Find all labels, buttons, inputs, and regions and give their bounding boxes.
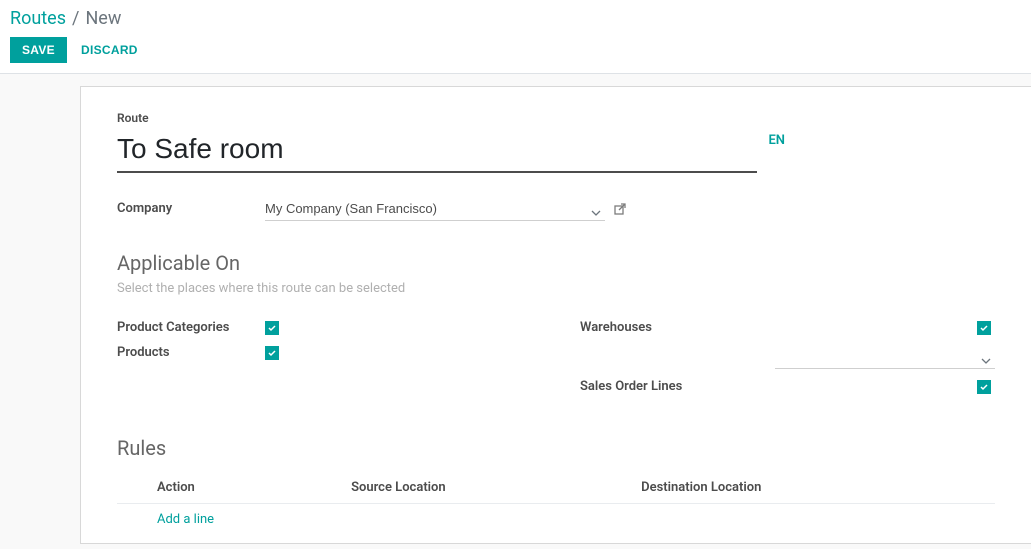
products-label: Products <box>117 345 265 360</box>
company-select[interactable] <box>265 197 605 221</box>
applicable-columns: Product Categories Products Warehouses <box>117 320 995 404</box>
product-categories-label: Product Categories <box>117 320 265 335</box>
rules-col-source: Source Location <box>345 472 635 504</box>
warehouse-select[interactable] <box>775 345 995 369</box>
rules-add-row: Add a line <box>117 504 995 536</box>
company-label: Company <box>117 197 265 216</box>
warehouses-row: Warehouses <box>580 320 995 335</box>
sheet-wrap: Route EN Company <box>0 86 1031 544</box>
breadcrumb-sep: / <box>72 8 79 29</box>
add-line-button[interactable]: Add a line <box>157 512 214 527</box>
form-sheet: Route EN Company <box>80 86 1031 544</box>
product-categories-row: Product Categories <box>117 320 532 335</box>
breadcrumb: Routes / New <box>10 8 1015 29</box>
route-title-section: Route EN <box>117 111 995 173</box>
rules-section: Rules Action Source Location Destination… <box>117 436 995 535</box>
applicable-col-right: Warehouses Sales Order Lines <box>580 320 995 404</box>
rules-col-dest: Destination Location <box>635 472 995 504</box>
action-bar: SAVE DISCARD <box>10 37 1015 73</box>
breadcrumb-root[interactable]: Routes <box>10 8 66 29</box>
sales-order-lines-label: Sales Order Lines <box>580 379 840 394</box>
save-button[interactable]: SAVE <box>10 37 67 63</box>
route-name-input[interactable] <box>117 129 757 173</box>
warehouse-select-wrap <box>775 345 995 369</box>
applicable-col-left: Product Categories Products <box>117 320 532 404</box>
products-row: Products <box>117 345 532 360</box>
rules-title: Rules <box>117 436 995 460</box>
sales-order-lines-checkbox[interactable] <box>977 380 991 394</box>
products-checkbox[interactable] <box>265 346 279 360</box>
external-link-icon[interactable] <box>613 202 627 217</box>
discard-button[interactable]: DISCARD <box>81 43 138 57</box>
warehouses-label: Warehouses <box>580 320 840 335</box>
route-label: Route <box>117 111 995 125</box>
rules-col-action: Action <box>117 472 345 504</box>
applicable-subtitle: Select the places where this route can b… <box>117 281 995 296</box>
topbar: Routes / New SAVE DISCARD <box>0 0 1031 74</box>
sales-order-lines-row: Sales Order Lines <box>580 379 995 394</box>
company-select-wrap <box>265 197 995 221</box>
language-button[interactable]: EN <box>768 133 785 148</box>
company-row: Company <box>117 197 995 221</box>
rules-table: Action Source Location Destination Locat… <box>117 472 995 535</box>
product-categories-checkbox[interactable] <box>265 321 279 335</box>
warehouses-checkbox[interactable] <box>977 321 991 335</box>
applicable-title: Applicable On <box>117 251 995 275</box>
breadcrumb-leaf: New <box>85 8 121 29</box>
